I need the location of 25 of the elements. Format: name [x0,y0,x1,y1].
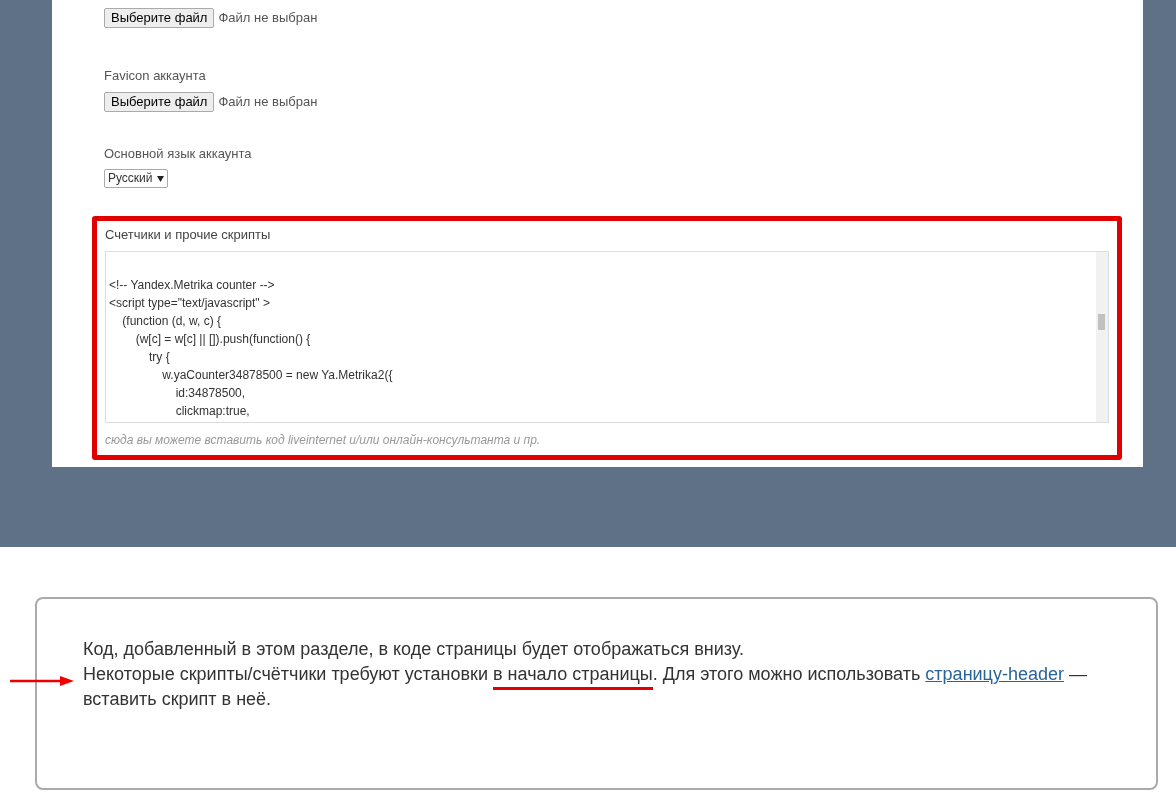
code-line: clickmap:true, [174,402,251,420]
code-textarea[interactable]: <!-- Yandex.Metrika counter --> <script type="text/javascript" > (function (d, w, c) { (w[c] = w[c] || []).push(function() { try { w.yaCounter34878500 = new Ya.Metrika2({ id:34878500, clickmap:true, [105,250,1109,423]
choose-file-button[interactable]: Выберите файл [104,8,215,28]
caret-icon [156,175,164,182]
header-page-link[interactable]: страницу-header [925,664,1064,684]
note-text: Код, добавленный в этом разделе, в коде страницы будет отображаться внизу. [83,638,746,661]
choose-file-button[interactable]: Выберите файл [104,91,215,112]
section-label: Счетчики и прочие скрипты [105,226,272,244]
scrollbar[interactable] [1096,251,1108,422]
field-label: Основной язык аккаунта [104,144,253,163]
arrow-icon [10,675,74,687]
code-line: w.yaCounter34878500 = new Ya.Metrika2({ [161,366,394,384]
hint-text: сюда вы можете вставить код liveinternet и/или онлайн-консультанта и пр. [105,431,542,449]
code-line: (function (d, w, c) { [121,312,223,330]
note-text: Некоторые скрипты/счётчики требуют установки в начало страницы. Для этого можно использовать страницу-header — вставить скрипт в неё. [83,663,1088,711]
file-status: Файл не выбран [218,92,318,111]
code-line: (w[c] = w[c] || []).push(function() { [134,330,312,348]
code-line: <!-- Yandex.Metrika counter --> [109,276,276,294]
scrollbar-thumb[interactable] [1098,313,1105,330]
file-status: Файл не выбран [218,9,318,28]
language-dropdown[interactable]: Русский [104,169,168,188]
code-line: id:34878500, [174,384,247,402]
field-label: Favicon аккаунта [104,67,207,85]
code-line: <script type="text/javascript" > [109,294,271,312]
code-line: try { [148,348,171,366]
